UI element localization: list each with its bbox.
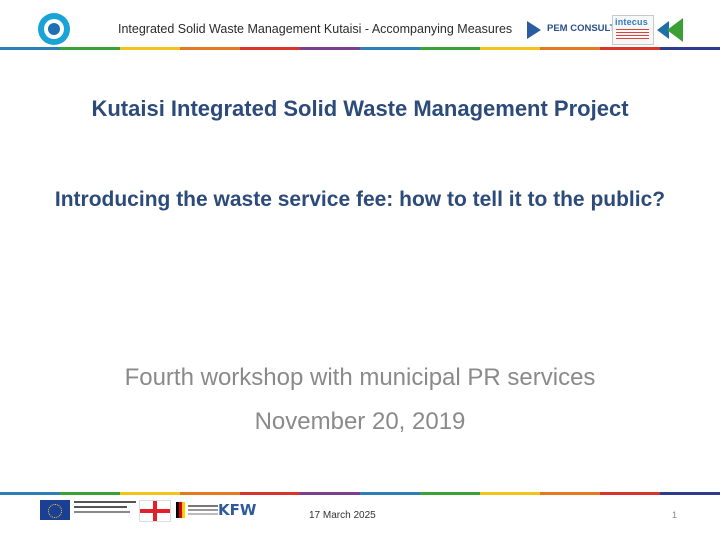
color-band-segment <box>360 492 420 495</box>
eu-flag-icon <box>40 500 70 520</box>
color-band-segment <box>360 47 420 50</box>
workshop-line: Fourth workshop with municipal PR servic… <box>124 364 596 391</box>
color-band-segment <box>180 47 240 50</box>
page-title: Kutaisi Integrated Solid Waste Managemen… <box>91 96 629 121</box>
german-cooperation-logo-icon <box>176 500 218 520</box>
color-band-segment <box>540 47 600 50</box>
color-band-segment <box>660 47 720 50</box>
gc-logo-icon <box>657 18 683 42</box>
color-band-segment <box>0 47 60 50</box>
color-band-segment <box>480 492 540 495</box>
intecus-logo-text: intecus <box>615 17 648 27</box>
color-band-segment <box>300 47 360 50</box>
slide-number: 1 <box>672 510 678 520</box>
eu-logo-text-icon <box>74 498 136 513</box>
color-band-segment <box>420 47 480 50</box>
color-band-segment <box>480 47 540 50</box>
header-title: Integrated Solid Waste Management Kutais… <box>118 22 513 36</box>
isw-kutaisi-logo-icon <box>38 13 70 45</box>
color-band-segment <box>120 492 180 495</box>
footer-date: 17 March 2025 <box>309 510 376 521</box>
color-band-segment <box>0 492 60 495</box>
color-band-segment <box>180 492 240 495</box>
color-band-segment <box>240 47 300 50</box>
color-band-segment <box>60 492 120 495</box>
bottom-color-band <box>0 492 720 495</box>
color-band-segment <box>60 47 120 50</box>
color-band-segment <box>240 492 300 495</box>
color-band-segment <box>300 492 360 495</box>
kfw-logo: KFW <box>218 501 257 519</box>
color-band-segment <box>660 492 720 495</box>
pem-consult-logo-text: PEM CONSULT <box>547 23 616 34</box>
color-band-segment <box>540 492 600 495</box>
color-band-segment <box>120 47 180 50</box>
slide: Integrated Solid Waste Management Kutais… <box>0 0 720 540</box>
event-date: November 20, 2019 <box>254 408 466 435</box>
intecus-logo-icon: intecus <box>612 15 654 45</box>
top-color-band <box>0 47 720 50</box>
color-band-segment <box>600 47 660 50</box>
page-subtitle: Introducing the waste service fee: how t… <box>54 188 666 211</box>
color-band-segment <box>600 492 660 495</box>
color-band-segment <box>420 492 480 495</box>
georgia-flag-icon <box>139 500 171 522</box>
pem-consult-logo-icon: PEM CONSULT <box>527 20 615 40</box>
